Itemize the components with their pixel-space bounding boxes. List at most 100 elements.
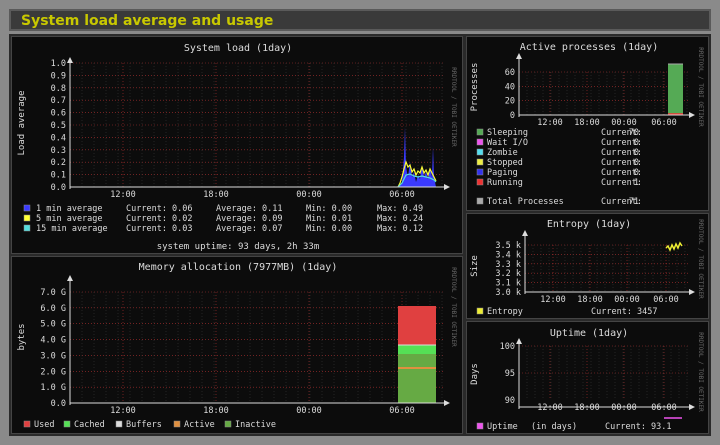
load-legend-swatch	[23, 224, 31, 232]
load-legend-max: Max: 0.24	[377, 214, 423, 224]
processes-y-arrow	[516, 53, 522, 59]
up-ytick-label: 90	[505, 396, 515, 406]
processes-total-name: Total Processes	[487, 197, 564, 207]
load-legend-min: Min: 0.00	[306, 204, 352, 214]
page-title: System load average and usage	[21, 13, 274, 29]
proc-xtick-label: 06:00	[651, 118, 677, 128]
load-legend-average: Average: 0.07	[216, 224, 283, 234]
load-legend-current: Current: 0.02	[126, 214, 193, 224]
processes-legend-swatch	[476, 178, 484, 186]
load-title: System load (1day)	[184, 43, 292, 54]
entropy-y-arrow	[522, 230, 528, 236]
uptime-title: Uptime (1day)	[550, 328, 628, 339]
system-load-panel: System load (1day) Load average RRDTOOL …	[11, 36, 463, 254]
load-watermark: RRDTOOL / TOBI OETIKER	[450, 67, 457, 147]
processes-grid	[519, 71, 689, 115]
load-legend-average: Average: 0.09	[216, 214, 283, 224]
processes-legend-swatch	[476, 128, 484, 136]
load-ylabel: Load average	[17, 90, 27, 155]
processes-legend-name: Stopped	[487, 158, 523, 168]
memory-x-arrow	[444, 400, 450, 406]
processes-legend-swatch	[476, 138, 484, 146]
uptime-legend-current: Current: 93.1	[605, 422, 672, 432]
load-legend-min: Min: 0.00	[306, 224, 352, 234]
processes-sleeping-area	[668, 64, 683, 115]
ent-xtick-label: 06:00	[653, 295, 679, 305]
memory-legend-name: Used	[34, 420, 54, 430]
uptime-watermark: RRDTOOL / TOBI OETIKER	[697, 332, 704, 412]
processes-legend-name: Zombie	[487, 148, 518, 158]
processes-legend-value: 70	[629, 128, 639, 138]
entropy-line	[665, 241, 683, 252]
ent-ytick-label: 3.0 k	[495, 288, 521, 298]
up-xtick-label: 06:00	[651, 403, 677, 413]
memory-legend-name: Active	[184, 420, 215, 430]
processes-legend-value: 1	[634, 178, 639, 188]
mem-xtick-label: 18:00	[203, 406, 229, 416]
memory-legend-swatch	[115, 420, 123, 428]
entropy-grid	[525, 244, 689, 292]
uptime-grid	[519, 345, 689, 400]
uptime-graph: Uptime (1day) Days RRDTOOL / TOBI OETIKE…	[470, 328, 704, 432]
entropy-ylabel: Size	[470, 255, 480, 277]
load-xtick-label: 12:00	[110, 190, 136, 200]
proc-ytick-label: 0	[510, 111, 515, 121]
processes-legend-swatch	[476, 158, 484, 166]
proc-ytick-label: 40	[505, 82, 515, 92]
entropy-x-arrow	[689, 289, 695, 295]
uptime-x-arrow	[689, 404, 695, 410]
processes-x-arrow	[689, 112, 695, 118]
system-load-graph: System load (1day) Load average RRDTOOL …	[17, 43, 457, 252]
processes-legend-name: Running	[487, 178, 523, 188]
mem-ytick-label: 6.0 G	[40, 304, 66, 314]
processes-legend-name: Sleeping	[487, 128, 528, 138]
dashboard: System load (1day) Load average RRDTOOL …	[9, 34, 711, 436]
load-ytick-label: 0.7	[51, 96, 66, 106]
memory-legend-swatch	[63, 420, 71, 428]
entropy-legend-name: Entropy	[487, 307, 523, 317]
load-x-arrow	[444, 184, 450, 190]
memory-legend-name: Inactive	[235, 420, 276, 430]
mem-ytick-label: 1.0 G	[40, 383, 66, 393]
uptime-xticks: 12:00 18:00 00:00 06:00	[537, 403, 677, 413]
load-legend-swatch	[23, 214, 31, 222]
memory-grid	[70, 291, 444, 403]
processes-panel: Active processes (1day) Processes RRDTOO…	[466, 36, 709, 211]
memory-legend-swatch	[23, 420, 31, 428]
processes-xticks: 12:00 18:00 00:00 06:00	[537, 118, 677, 128]
mem-ytick-label: 7.0 G	[40, 288, 66, 298]
uptime-yticks: 100 95 90	[500, 342, 515, 406]
memory-ylabel: bytes	[17, 323, 27, 350]
processes-title: Active processes (1day)	[520, 42, 658, 53]
processes-legend-value: 0	[634, 158, 639, 168]
memory-legend-swatch	[173, 420, 181, 428]
load-xtick-label: 18:00	[203, 190, 229, 200]
load-legend-max: Max: 0.49	[377, 204, 423, 214]
memory-graph: Memory allocation (7977MB) (1day) bytes …	[17, 262, 457, 430]
memory-panel: Memory allocation (7977MB) (1day) bytes …	[11, 256, 463, 434]
mem-ytick-label: 4.0 G	[40, 336, 66, 346]
mem-xtick-label: 12:00	[110, 406, 136, 416]
load-ytick-label: 0.3	[51, 146, 66, 156]
processes-legend-name: Paging	[487, 168, 518, 178]
processes-graph: Active processes (1day) Processes RRDTOO…	[470, 42, 704, 207]
proc-xtick-label: 18:00	[574, 118, 600, 128]
processes-legend-swatch	[476, 168, 484, 176]
mem-ytick-label: 0.0	[51, 399, 66, 409]
load-ytick-label: 0.0	[51, 183, 66, 193]
page-title-bar: System load average and usage	[9, 9, 711, 31]
uptime-ylabel: Days	[470, 363, 480, 385]
uptime-legend-swatch	[476, 422, 484, 430]
processes-legend-value: 0	[634, 148, 639, 158]
load-y-arrow	[67, 57, 73, 63]
load-legend-name: 15 min average	[36, 224, 108, 234]
load-yticks: 1.0 0.9 0.8 0.7 0.6 0.5 0.4 0.3 0.2 0.1 0.0	[51, 59, 66, 193]
up-ytick-label: 100	[500, 342, 515, 352]
memory-legend-name: Cached	[74, 420, 105, 430]
load-legend-average: Average: 0.11	[216, 204, 283, 214]
memory-title: Memory allocation (7977MB) (1day)	[139, 262, 338, 273]
entropy-legend: Entropy Current: 3457	[476, 307, 658, 317]
mem-ytick-label: 5.0 G	[40, 320, 66, 330]
memory-legend: Used Cached Buffers Active Inactive	[23, 420, 276, 430]
processes-total-swatch	[476, 197, 484, 205]
